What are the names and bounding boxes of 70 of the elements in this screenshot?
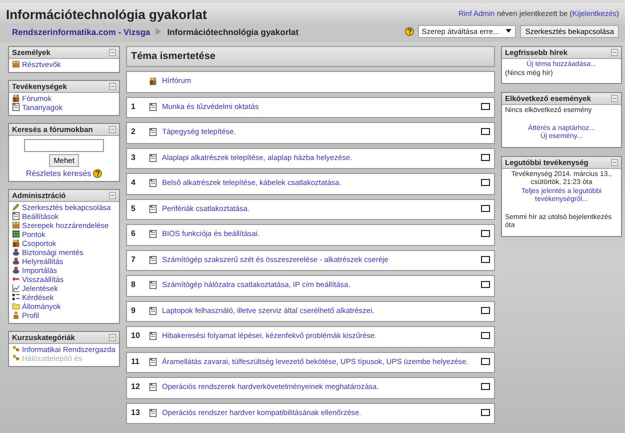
highlight-checkbox[interactable] [481, 332, 490, 339]
document-icon [149, 306, 157, 314]
section-header: Téma ismertetése [126, 46, 495, 67]
document-icon [149, 256, 157, 264]
highlight-checkbox[interactable] [481, 230, 490, 237]
document-icon [149, 332, 157, 340]
people-icon [12, 94, 20, 102]
topic-number: 5 [131, 204, 136, 213]
page-title: Információtechnológia gyakorlat [6, 7, 207, 22]
breadcrumb-current: Információtechnológia gyakorlat [167, 26, 299, 36]
person-icon [12, 311, 20, 319]
grid-icon [12, 230, 20, 238]
people-icon [12, 239, 20, 247]
topic-number: 7 [131, 256, 136, 264]
highlight-checkbox[interactable] [481, 154, 490, 160]
advanced-search-link[interactable]: Részletes keresés [26, 169, 92, 178]
document-icon [12, 103, 20, 111]
topic-number: 11 [131, 358, 140, 366]
highlight-checkbox[interactable] [481, 383, 490, 390]
collapse-icon [109, 49, 116, 56]
document-icon [149, 408, 157, 416]
people-icon [12, 221, 20, 229]
highlight-checkbox[interactable] [481, 408, 490, 416]
help-icon [404, 27, 414, 36]
collapse-icon [611, 49, 618, 56]
help-icon [93, 169, 102, 178]
topic-number: 8 [131, 281, 136, 290]
document-icon [12, 212, 20, 220]
document-icon [149, 128, 157, 136]
highlight-checkbox[interactable] [481, 204, 490, 212]
highlight-checkbox[interactable] [481, 179, 490, 186]
collapse-icon [611, 158, 618, 166]
breadcrumb-separator-icon [154, 27, 164, 36]
highlight-checkbox[interactable] [481, 102, 490, 110]
document-icon [149, 179, 157, 187]
collapse-icon [109, 126, 116, 133]
document-icon [149, 281, 157, 289]
collapse-icon [109, 83, 116, 90]
topic-number: 1 [131, 102, 136, 111]
document-icon [149, 358, 157, 366]
folder-icon [12, 302, 20, 310]
topic-number: 2 [131, 128, 136, 136]
collapse-icon [611, 95, 618, 102]
topic-number: 3 [131, 154, 136, 162]
breadcrumb-link[interactable]: Rendszerinformatika.com - Vizsga [12, 26, 150, 36]
people-icon [149, 77, 157, 85]
highlight-checkbox[interactable] [481, 306, 490, 314]
arrow-icon [12, 275, 20, 283]
document-icon [149, 383, 157, 391]
highlight-checkbox[interactable] [481, 358, 490, 364]
search-field[interactable] [24, 139, 104, 152]
topic-number: 10 [131, 332, 141, 340]
topic-number: 9 [131, 306, 136, 315]
topic-number: 6 [131, 230, 136, 238]
list-icon [12, 293, 20, 301]
document-icon [149, 204, 157, 212]
collapse-icon [109, 192, 116, 199]
people-icon [12, 60, 20, 68]
chart-icon [12, 284, 20, 292]
topic-number: 13 [131, 408, 141, 417]
document-icon [149, 230, 157, 238]
topic-number: 12 [131, 383, 141, 392]
dropdown-caret-icon [505, 27, 512, 34]
collapse-icon [109, 334, 116, 341]
topic-number: 4 [131, 179, 136, 188]
highlight-checkbox[interactable] [481, 281, 490, 288]
document-icon [149, 154, 157, 162]
document-icon [149, 102, 157, 110]
highlight-checkbox[interactable] [481, 128, 490, 135]
highlight-checkbox[interactable] [481, 256, 490, 262]
